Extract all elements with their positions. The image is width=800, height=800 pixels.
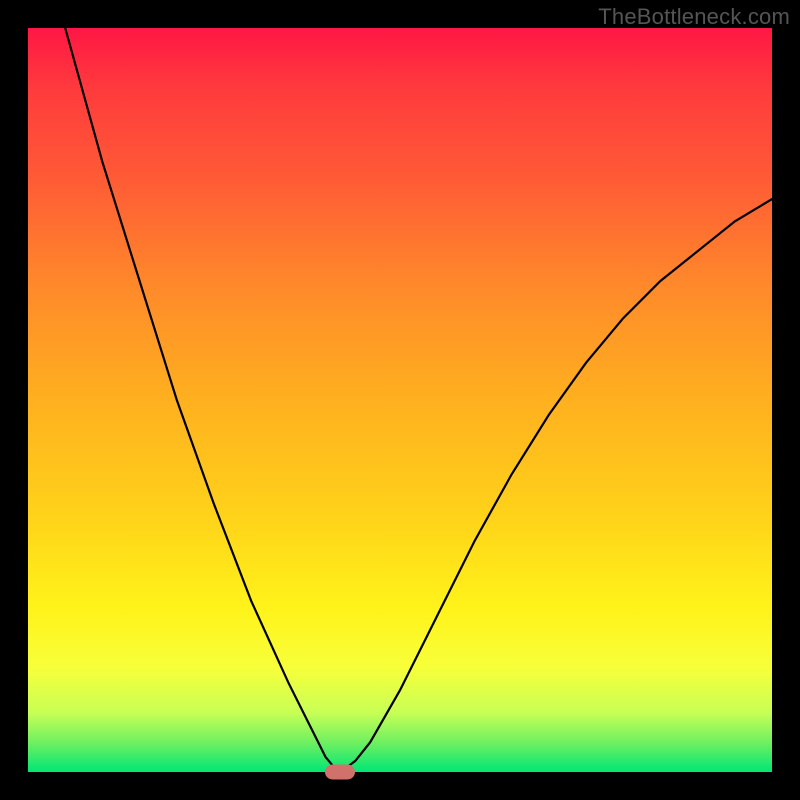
watermark-text: TheBottleneck.com [598, 4, 790, 30]
optimal-marker [325, 765, 355, 780]
bottleneck-curve [28, 28, 772, 772]
plot-area [28, 28, 772, 772]
chart-container: TheBottleneck.com [0, 0, 800, 800]
